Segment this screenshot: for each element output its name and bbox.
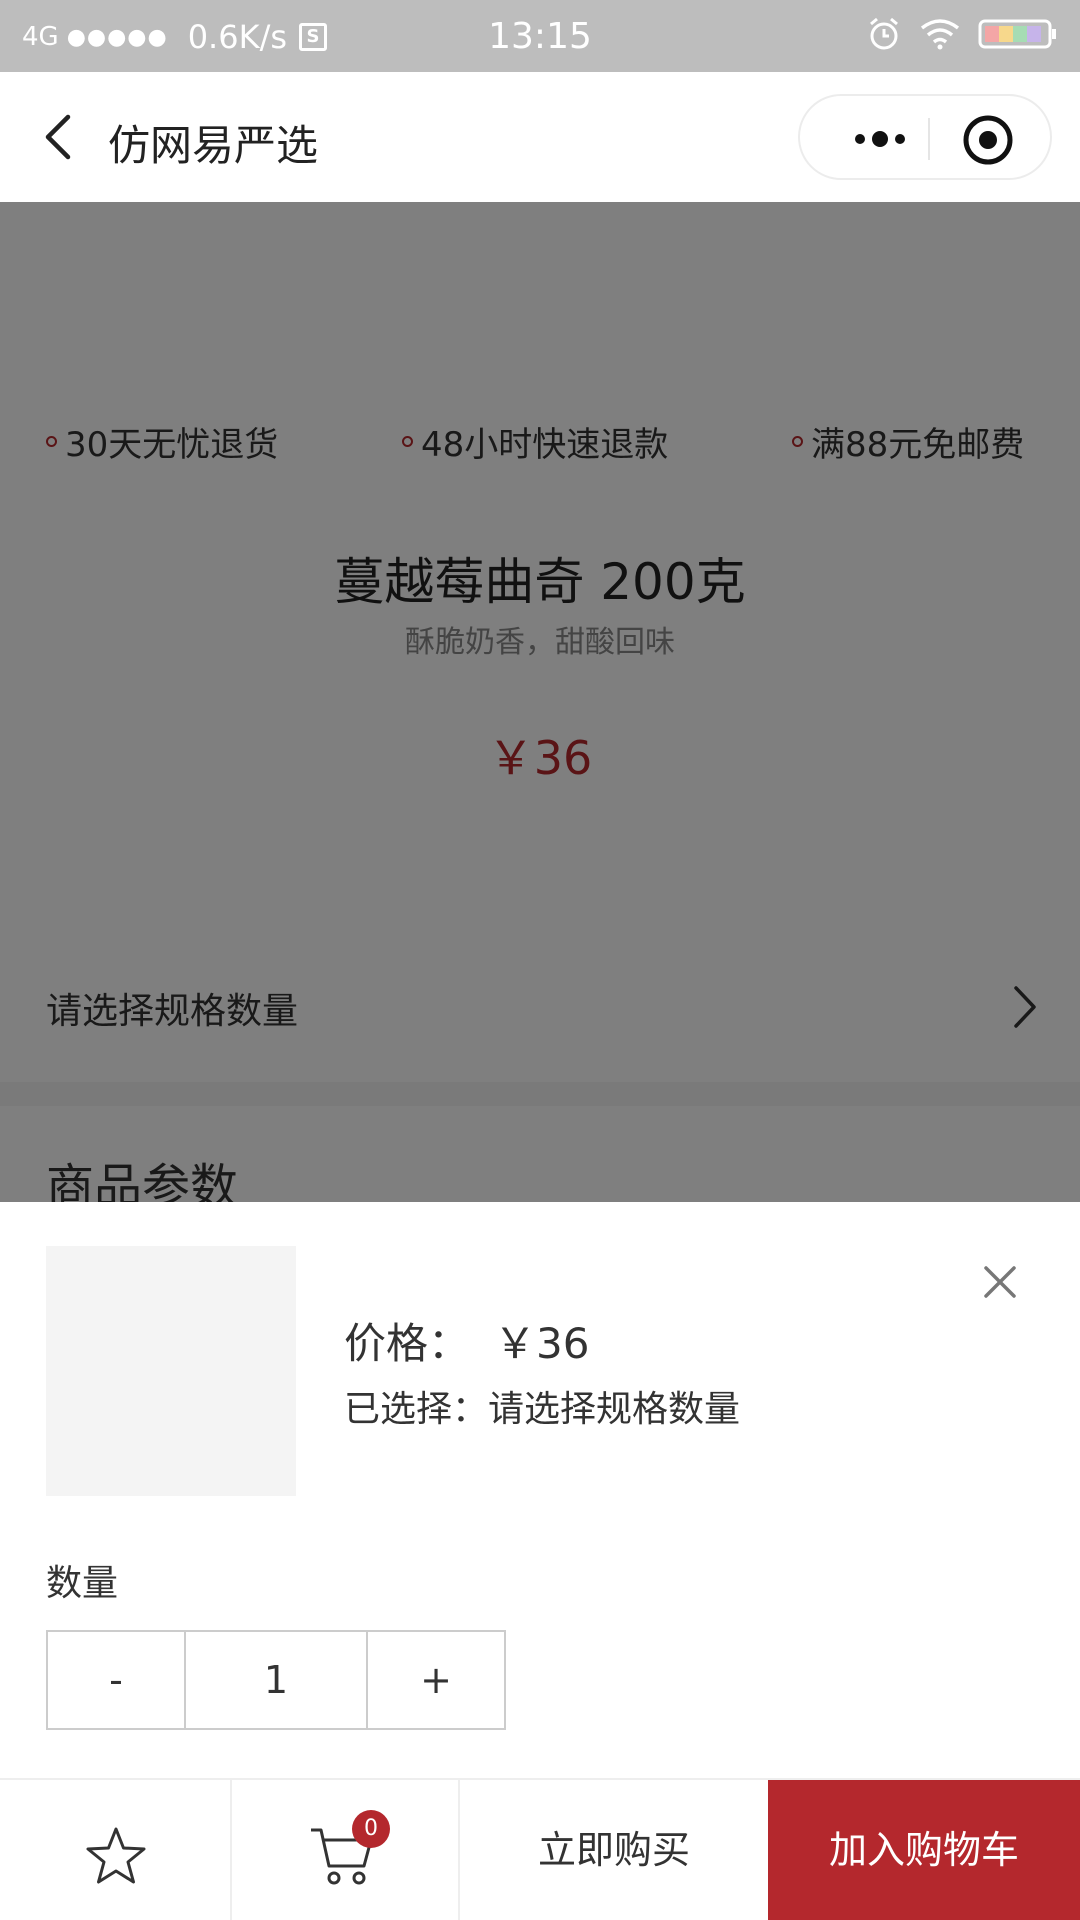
modal-mask[interactable]: [0, 202, 1080, 1202]
spec-popup: 价格： ￥36 已选择：请选择规格数量 数量 - 1 +: [0, 1202, 1080, 1778]
popup-price: 价格： ￥36: [344, 1310, 613, 1371]
page-title: 仿网易严选: [108, 121, 319, 170]
bottom-action-bar: 0 立即购买 加入购物车: [0, 1778, 1080, 1920]
quantity-stepper: - 1 +: [46, 1630, 506, 1730]
alarm-icon: [870, 17, 898, 50]
quantity-input[interactable]: 1: [184, 1632, 368, 1728]
star-icon: [86, 1827, 146, 1884]
cart-button[interactable]: 0: [232, 1780, 460, 1920]
more-dots-icon[interactable]: [830, 114, 930, 164]
add-to-cart-button[interactable]: 加入购物车: [768, 1780, 1080, 1920]
mini-program-capsule: [798, 94, 1052, 180]
increase-button[interactable]: +: [368, 1632, 504, 1728]
mini-program-close-icon[interactable]: [960, 112, 1016, 168]
buy-now-button[interactable]: 立即购买: [460, 1780, 768, 1920]
capsule-divider: [928, 118, 930, 160]
favorite-button[interactable]: [0, 1780, 232, 1920]
status-right: [848, 16, 1058, 52]
close-icon[interactable]: [980, 1262, 1020, 1302]
cart-count-badge: 0: [352, 1810, 390, 1848]
price-label: 价格：: [344, 1319, 471, 1368]
selected-spec-text: 已选择：请选择规格数量: [344, 1389, 741, 1430]
nav-bar: 仿网易严选: [0, 72, 1080, 202]
back-arrow-icon[interactable]: [30, 107, 90, 167]
quantity-label: 数量: [46, 1563, 119, 1604]
status-bar: 4G ●●●●● 0.6K/s S 13:15: [0, 0, 1080, 72]
battery-icon: [978, 19, 1056, 49]
goods-thumbnail: [46, 1246, 296, 1496]
decrease-button[interactable]: -: [48, 1632, 184, 1728]
price-value: ￥36: [494, 1319, 590, 1368]
wifi-icon: [920, 19, 960, 50]
